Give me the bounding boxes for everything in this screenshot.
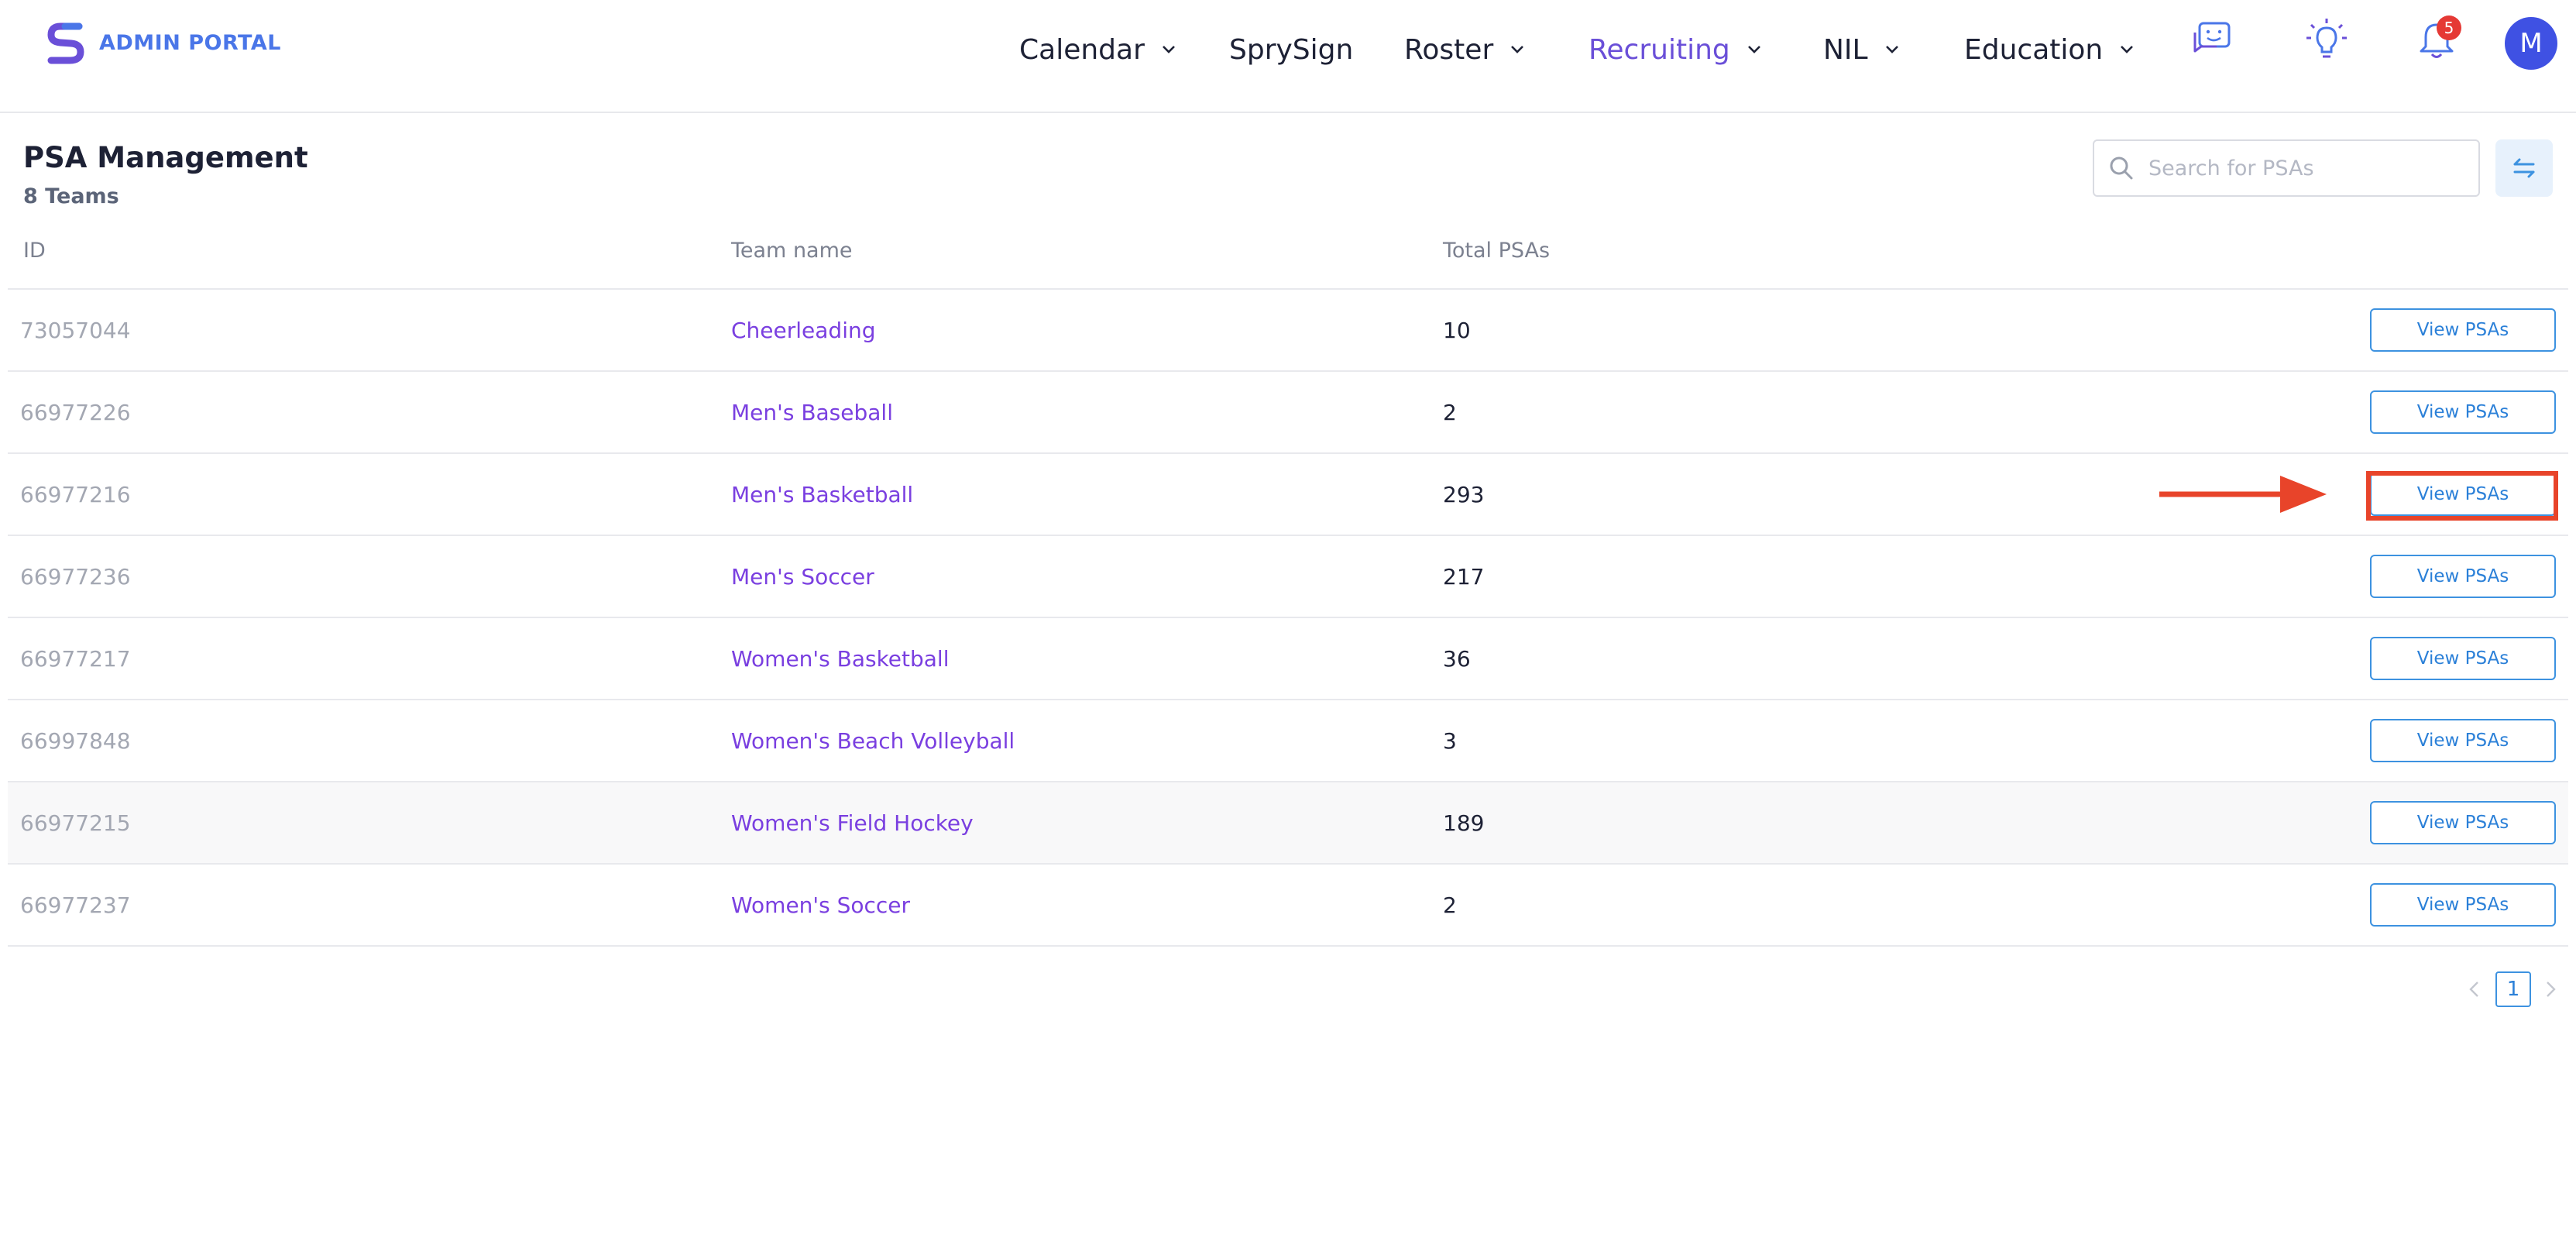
row-total-psas: 293: [1443, 481, 1485, 507]
swap-arrows-icon: [2513, 158, 2535, 178]
brand-name: ADMIN PORTAL: [99, 31, 281, 55]
chat-icon[interactable]: [2189, 17, 2235, 64]
row-team-link[interactable]: Women's Soccer: [731, 865, 910, 945]
row-id: 66977215: [20, 810, 131, 836]
table-row: 66977215 Women's Field Hockey 189 View P…: [8, 782, 2568, 865]
row-team-link[interactable]: Men's Basketball: [731, 454, 913, 535]
view-psas-button[interactable]: View PSAs: [2370, 637, 2556, 680]
avatar[interactable]: M: [2505, 17, 2557, 70]
view-psas-button[interactable]: View PSAs: [2370, 801, 2556, 844]
nav-recruiting-label: Recruiting: [1589, 33, 1730, 66]
row-id: 73057044: [20, 317, 131, 343]
logo-icon: [47, 22, 84, 64]
nav-nil-label: NIL: [1823, 33, 1868, 66]
chevron-down-icon: [1162, 46, 1175, 53]
nav-roster-label: Roster: [1404, 33, 1494, 66]
column-header-team-name: Team name: [731, 239, 853, 263]
row-total-psas: 189: [1443, 810, 1485, 836]
notification-badge: 5: [2437, 15, 2461, 40]
row-id: 66977236: [20, 563, 131, 590]
nav-recruiting[interactable]: Recruiting: [1589, 28, 1764, 71]
row-total-psas: 10: [1443, 317, 1471, 343]
nav-sprysign[interactable]: SprySign: [1229, 28, 1353, 71]
table-row: 66977216 Men's Basketball 293 View PSAs: [8, 454, 2568, 536]
view-psas-button[interactable]: View PSAs: [2370, 719, 2556, 762]
chevron-down-icon: [2121, 46, 2134, 53]
search-input[interactable]: [2147, 155, 2475, 181]
chevron-left-icon[interactable]: [2463, 978, 2486, 1001]
table-row: 66997848 Women's Beach Volleyball 3 View…: [8, 700, 2568, 782]
row-team-link[interactable]: Women's Field Hockey: [731, 782, 974, 863]
row-total-psas: 2: [1443, 892, 1457, 918]
lightbulb-icon[interactable]: [2303, 17, 2350, 64]
nav-education-label: Education: [1964, 33, 2104, 66]
row-id: 66977217: [20, 645, 131, 672]
row-id: 66997848: [20, 727, 131, 754]
row-id: 66977216: [20, 481, 131, 507]
nav-roster[interactable]: Roster: [1404, 28, 1527, 71]
view-psas-button[interactable]: View PSAs: [2370, 883, 2556, 927]
row-total-psas: 217: [1443, 563, 1485, 590]
search-box[interactable]: [2093, 139, 2480, 197]
row-total-psas: 2: [1443, 399, 1457, 425]
column-header-id: ID: [23, 239, 46, 263]
search-icon: [2110, 156, 2133, 180]
row-team-link[interactable]: Women's Basketball: [731, 618, 949, 699]
row-team-link[interactable]: Cheerleading: [731, 290, 876, 370]
view-psas-button[interactable]: View PSAs: [2370, 473, 2556, 516]
nav-education[interactable]: Education: [1964, 28, 2137, 71]
view-psas-button[interactable]: View PSAs: [2370, 390, 2556, 434]
row-id: 66977226: [20, 399, 131, 425]
table-row: 66977217 Women's Basketball 36 View PSAs: [8, 618, 2568, 700]
view-psas-button[interactable]: View PSAs: [2370, 555, 2556, 598]
nav-calendar-label: Calendar: [1019, 33, 1145, 66]
row-total-psas: 3: [1443, 727, 1457, 754]
row-team-link[interactable]: Women's Beach Volleyball: [731, 700, 1015, 781]
view-psas-button[interactable]: View PSAs: [2370, 308, 2556, 352]
top-navbar: ADMIN PORTAL Calendar SprySign Roster Re…: [0, 0, 2576, 113]
row-team-link[interactable]: Men's Baseball: [731, 372, 893, 452]
row-team-link[interactable]: Men's Soccer: [731, 536, 874, 617]
page-title: PSA Management: [23, 141, 308, 174]
row-total-psas: 36: [1443, 645, 1471, 672]
chevron-down-icon: [1885, 46, 1898, 53]
table-row: 66977236 Men's Soccer 217 View PSAs: [8, 536, 2568, 618]
team-count: 8 Teams: [23, 184, 119, 208]
nav-nil[interactable]: NIL: [1823, 28, 1902, 71]
nav-sprysign-label: SprySign: [1229, 33, 1354, 66]
chevron-down-icon: [1747, 46, 1760, 53]
pagination-current-page[interactable]: 1: [2495, 971, 2531, 1007]
chevron-right-icon[interactable]: [2539, 978, 2562, 1001]
nav-calendar[interactable]: Calendar: [1019, 28, 1179, 71]
column-header-total-psas: Total PSAs: [1443, 239, 1551, 263]
table-row: 66977237 Women's Soccer 2 View PSAs: [8, 865, 2568, 947]
chevron-down-icon: [1511, 46, 1524, 53]
teams-table: 73057044 Cheerleading 10 View PSAs 66977…: [8, 288, 2568, 947]
sort-filter-button[interactable]: [2495, 139, 2553, 197]
table-row: 73057044 Cheerleading 10 View PSAs: [8, 290, 2568, 372]
row-id: 66977237: [20, 892, 131, 918]
table-row: 66977226 Men's Baseball 2 View PSAs: [8, 372, 2568, 454]
